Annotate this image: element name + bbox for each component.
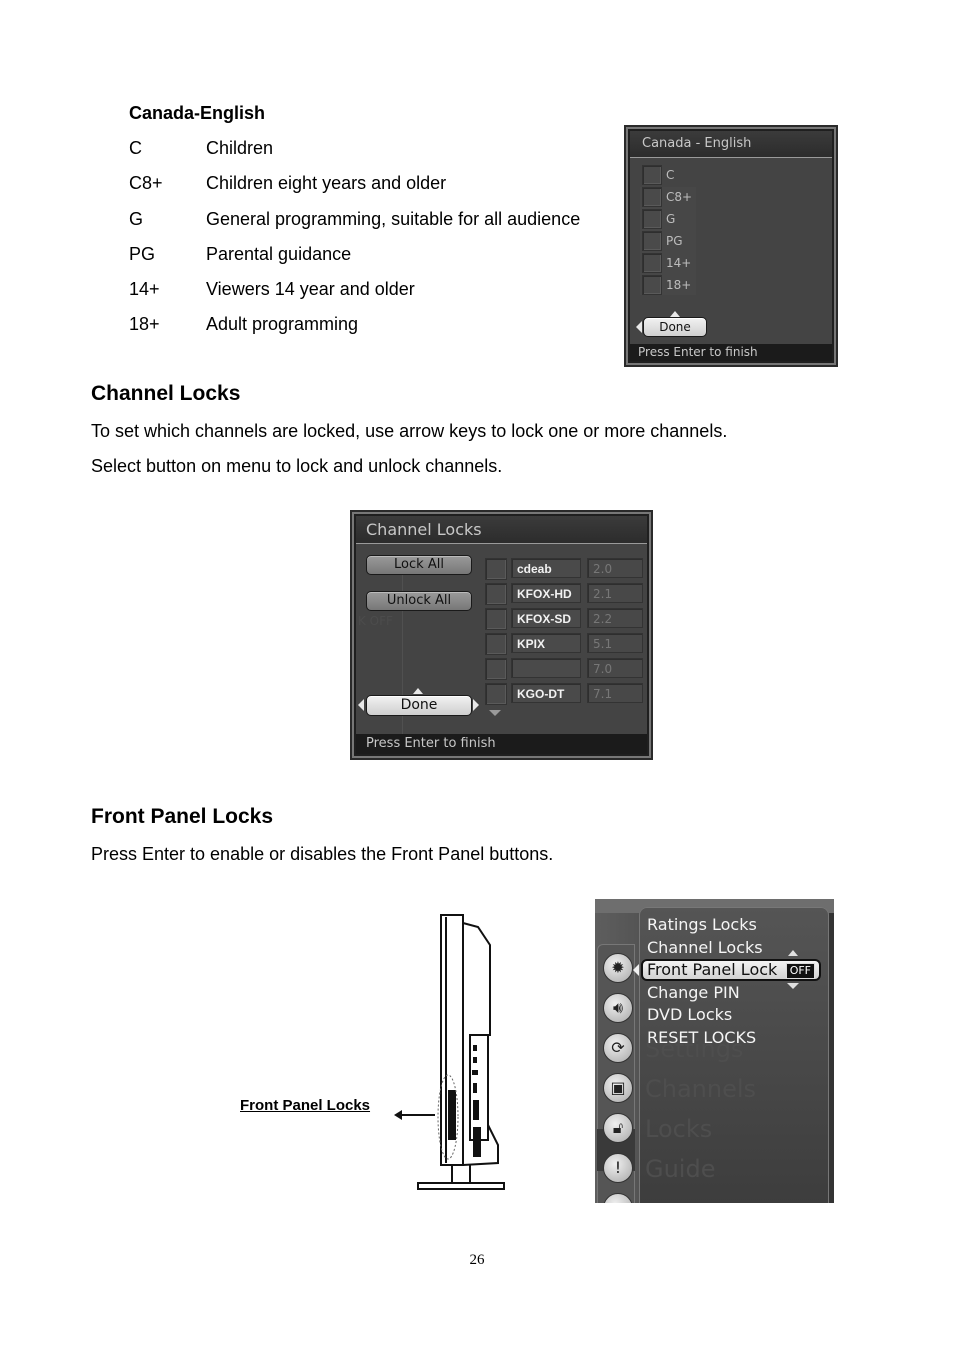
rating-description: Children eight years and older — [206, 173, 447, 193]
osd-footer: Press Enter to finish — [630, 344, 832, 361]
left-arrow-icon — [358, 699, 364, 711]
osd-title: Canada - English — [630, 131, 832, 158]
channel-name: KPIX — [511, 633, 581, 653]
channel-number: 2.1 — [587, 583, 643, 603]
channel-name — [511, 658, 581, 678]
tv-icon[interactable]: ▣ — [603, 1073, 633, 1103]
lock-all-button[interactable]: Lock All — [366, 555, 472, 575]
menu-item-channel-locks[interactable]: Channel Locks — [647, 938, 763, 958]
front-panel-osd: Settings Channels Locks Guide ✹ 🔊︎ ⟳ ▣ 🔓… — [595, 899, 834, 1203]
rating-code: 18+ — [129, 314, 160, 334]
menu-item-dvd-locks[interactable]: DVD Locks — [647, 1005, 732, 1025]
up-arrow-icon — [413, 688, 423, 694]
channel-number: 5.1 — [587, 633, 643, 653]
channel-lock-checkbox[interactable] — [485, 658, 507, 680]
done-button[interactable]: Done — [643, 317, 707, 337]
rating-checkbox[interactable] — [642, 231, 662, 251]
rating-code: 14+ — [129, 279, 160, 299]
scroll-down-arrow-icon[interactable] — [489, 710, 501, 716]
front-panel-locks-para: Press Enter to enable or disables the Fr… — [91, 844, 554, 864]
rating-code: C — [129, 138, 142, 158]
ghost-text: K OFF — [358, 614, 393, 628]
rating-checkbox[interactable] — [642, 165, 662, 185]
rating-code: C8+ — [129, 173, 163, 193]
ghost-menu-label: Channels — [645, 1075, 757, 1103]
channel-locks-osd: Channel Locks Lock All Unlock All K OFF … — [350, 510, 653, 760]
channel-name: KFOX-SD — [511, 608, 581, 628]
front-panel-lock-value[interactable]: OFF — [785, 963, 815, 979]
rating-description: General programming, suitable for all au… — [206, 209, 581, 229]
channel-locks-para-2: Select button on menu to lock and unlock… — [91, 456, 503, 476]
rating-checkbox[interactable] — [642, 209, 662, 229]
rating-checkbox[interactable] — [642, 253, 662, 273]
refresh-icon[interactable]: ⟳ — [603, 1033, 633, 1063]
channel-locks-para-1: To set which channels are locked, use ar… — [91, 421, 728, 441]
menu-item-ratings-locks[interactable]: Ratings Locks — [647, 915, 757, 935]
canada-english-osd: Canada - English C C8+ G PG 14+ 18+ Done… — [624, 125, 838, 367]
channel-number: 7.0 — [587, 658, 643, 678]
alert-icon[interactable]: ! — [603, 1153, 633, 1183]
channel-name: cdeab — [511, 558, 581, 578]
tv-side-view-diagram — [394, 914, 505, 1190]
channel-lock-checkbox[interactable] — [485, 583, 507, 605]
rating-description: Children — [206, 138, 274, 158]
ratings-title: Canada-English — [129, 103, 266, 123]
rating-label: G — [666, 212, 676, 226]
rating-label: 14+ — [666, 256, 692, 270]
rating-description: Parental guidance — [206, 244, 352, 264]
rating-label: PG — [666, 234, 683, 248]
rating-checkbox[interactable] — [642, 187, 662, 207]
up-arrow-icon — [788, 950, 798, 956]
osd-title: Channel Locks — [356, 516, 647, 544]
rating-code: PG — [129, 244, 156, 264]
unlock-all-button[interactable]: Unlock All — [366, 591, 472, 611]
rating-description: Adult programming — [206, 314, 359, 334]
rating-description: Viewers 14 year and older — [206, 279, 415, 299]
rating-code: G — [129, 209, 144, 229]
page-number: 26 — [469, 1252, 485, 1268]
front-panel-locks-heading: Front Panel Locks — [91, 805, 274, 828]
right-arrow-icon — [473, 699, 479, 711]
channel-number: 7.1 — [587, 683, 643, 703]
left-arrow-icon — [633, 964, 639, 976]
rating-label: C8+ — [666, 190, 693, 204]
ghost-menu-label: Guide — [645, 1155, 716, 1183]
done-button[interactable]: Done — [366, 695, 472, 716]
speaker-icon[interactable]: 🔊︎ — [603, 993, 633, 1023]
channel-locks-heading: Channel Locks — [91, 382, 241, 405]
menu-item-reset-locks[interactable]: RESET LOCKS — [647, 1028, 756, 1048]
menu-item-front-panel-lock[interactable]: Front Panel Lock — [647, 960, 777, 980]
left-arrow-icon — [636, 321, 642, 333]
rating-label: 18+ — [666, 278, 692, 292]
rating-label: C — [666, 168, 675, 182]
channel-number: 2.2 — [587, 608, 643, 628]
osd-footer: Press Enter to finish — [356, 734, 647, 754]
channel-lock-checkbox[interactable] — [485, 683, 507, 705]
channel-number: 2.0 — [587, 558, 643, 578]
channel-name: KFOX-HD — [511, 583, 581, 603]
channel-lock-checkbox[interactable] — [485, 633, 507, 655]
ghost-menu-label: Locks — [645, 1115, 713, 1143]
channel-lock-checkbox[interactable] — [485, 608, 507, 630]
gear-icon[interactable]: ✹ — [603, 953, 633, 983]
lock-icon[interactable]: 🔓︎ — [603, 1113, 633, 1143]
down-arrow-icon — [787, 983, 799, 989]
rating-checkbox[interactable] — [642, 275, 662, 295]
channel-name: KGO-DT — [511, 683, 581, 703]
channel-lock-checkbox[interactable] — [485, 558, 507, 580]
menu-item-change-pin[interactable]: Change PIN — [647, 983, 740, 1003]
diagram-callout-label: Front Panel Locks — [240, 1097, 371, 1114]
